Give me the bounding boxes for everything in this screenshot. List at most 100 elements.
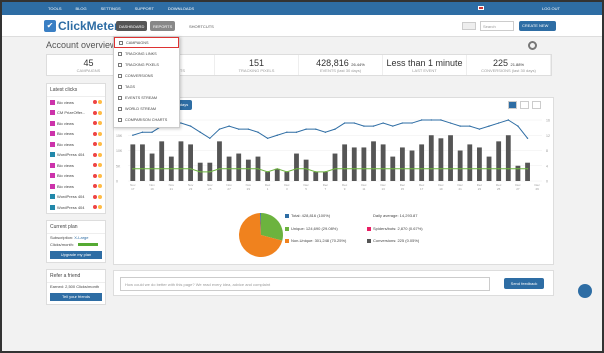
click-name: Bio views: [57, 173, 74, 179]
chat-icon[interactable]: [578, 284, 592, 298]
latest-click-row[interactable]: Bio views: [47, 181, 105, 192]
point-daily: [218, 128, 221, 130]
click-name: Bio views: [57, 183, 74, 189]
source-icon: [50, 141, 55, 147]
x-tick-label: 7: [325, 187, 327, 191]
stat-last-event[interactable]: Less than 1 minute LAST EVENT: [383, 55, 467, 75]
header: ✔ ClickMeter DASHBOARD REPORTS SHORTCUTS …: [2, 15, 602, 37]
click-name: Bio views: [57, 131, 74, 137]
menu-tracking-pixels[interactable]: TRACKING PIXELS: [114, 59, 179, 70]
menu-tags[interactable]: TAGS: [114, 81, 179, 92]
reports-button[interactable]: REPORTS: [150, 21, 176, 31]
latest-click-row[interactable]: Bio views: [47, 97, 105, 108]
bar-total: [477, 147, 482, 181]
y-tick-label-right: 16: [546, 119, 550, 123]
point-daily: [180, 122, 182, 124]
logo[interactable]: ✔ ClickMeter: [44, 19, 119, 33]
point-unique: [295, 168, 298, 170]
latest-click-row[interactable]: WordPress 404: [47, 150, 105, 161]
sub-value[interactable]: X-Large: [74, 235, 88, 240]
click-name: Bio views: [57, 162, 74, 168]
tell-friends-button[interactable]: Tell your friends: [50, 292, 102, 301]
stat-pixels[interactable]: 151 TRACKING PIXELS: [215, 55, 299, 75]
shortcuts-button[interactable]: SHORTCUTS: [186, 21, 217, 31]
legend-swatch: [285, 238, 289, 243]
nav-support[interactable]: SUPPORT: [135, 6, 154, 11]
latest-click-row[interactable]: Bio views: [47, 129, 105, 140]
point-daily: [517, 125, 519, 127]
legend-conversions[interactable]: Conversions: 225 (0.05%): [367, 238, 419, 243]
flag-icon: [93, 184, 97, 189]
menu-comparison-charts[interactable]: COMPARISON CHARTS: [114, 114, 179, 125]
upgrade-button[interactable]: Upgrade my plan: [50, 250, 102, 259]
stat-label: LAST EVENT: [412, 68, 437, 73]
search-input[interactable]: Search: [480, 21, 514, 31]
point-unique: [430, 168, 432, 170]
flag-icon: [93, 152, 97, 157]
bar-chart-icon[interactable]: [532, 101, 541, 109]
x-tick-label: 17: [131, 187, 135, 191]
menu-label: TAGS: [125, 84, 136, 89]
point-unique: [132, 168, 134, 170]
feedback-panel: How could we do better with this page? W…: [113, 270, 554, 296]
feedback-input[interactable]: How could we do better with this page? W…: [120, 277, 490, 291]
point-daily: [469, 125, 471, 127]
point-daily: [276, 134, 278, 136]
legend-nonunique[interactable]: Non-Unique: 301,248 (70.25%): [285, 238, 346, 243]
click-name: WordPress 404: [57, 204, 85, 210]
bar-total: [159, 141, 165, 181]
point-unique: [449, 168, 452, 170]
latest-click-row[interactable]: Bio views: [47, 139, 105, 150]
menu-world-stream[interactable]: WORLD STREAM: [114, 103, 179, 114]
point-unique: [247, 168, 250, 170]
flag-icon: [93, 131, 97, 136]
bar-total: [399, 147, 405, 181]
stat-conversions[interactable]: 225 21.88% CONVERSIONS (last 30 days): [467, 55, 551, 75]
x-tick-label: 21: [458, 187, 462, 191]
nav-tools[interactable]: TOOLS: [48, 6, 62, 11]
menu-conversions[interactable]: CONVERSIONS: [114, 70, 179, 81]
flag-icon[interactable]: [478, 6, 484, 10]
latest-click-row[interactable]: CM PrizeOffer...: [47, 108, 105, 119]
area-chart-icon[interactable]: [520, 101, 529, 109]
create-new-button[interactable]: CREATE NEW: [519, 21, 556, 31]
point-unique: [459, 168, 461, 170]
x-tick-label: 9: [344, 187, 346, 191]
plan-title: Current plan: [47, 221, 105, 234]
point-unique: [478, 168, 481, 170]
latest-click-row[interactable]: WordPress 404: [47, 202, 105, 213]
legend-spiders[interactable]: Spiders/bots: 2,870 (0.67%): [367, 226, 423, 231]
latest-click-row[interactable]: Bio views: [47, 118, 105, 129]
line-chart-icon[interactable]: [508, 101, 517, 109]
latest-click-row[interactable]: Bio views: [47, 160, 105, 171]
menu-label: CONVERSIONS: [125, 73, 154, 78]
send-feedback-button[interactable]: Send feedback: [504, 278, 544, 289]
point-unique: [170, 168, 173, 170]
source-icon: [50, 204, 55, 210]
logout-link[interactable]: LOG OUT: [542, 6, 560, 11]
stat-events[interactable]: 428,816 26.44% EVENTS (last 30 days): [299, 55, 383, 75]
menu-campaigns[interactable]: CAMPAIGNS: [114, 37, 179, 48]
nav-blog[interactable]: BLOG: [76, 6, 87, 11]
latest-click-row[interactable]: WordPress 404: [47, 192, 105, 203]
menu-tracking-links[interactable]: TRACKING LINKS: [114, 48, 179, 59]
bar-total: [140, 144, 145, 181]
x-tick-label: 29: [247, 187, 251, 191]
latest-click-row[interactable]: Bio views: [47, 171, 105, 182]
browser-icon: [98, 142, 102, 147]
point-daily: [247, 128, 250, 130]
menu-events-stream[interactable]: EVENTS STREAM: [114, 92, 179, 103]
bar-total: [515, 165, 521, 181]
bar-total: [342, 144, 348, 181]
point-unique: [209, 171, 211, 173]
view-select[interactable]: [462, 22, 476, 30]
point-unique: [372, 168, 375, 170]
legend-unique[interactable]: Unique: 124,690 (29.08%): [285, 226, 338, 231]
bar-total: [371, 141, 376, 181]
legend-total: Total: 428,816 (100%): [285, 213, 330, 218]
gear-icon[interactable]: [528, 41, 537, 50]
point-daily: [449, 122, 452, 124]
nav-downloads[interactable]: DOWNLOADS: [168, 6, 194, 11]
nav-settings[interactable]: SETTINGS: [101, 6, 121, 11]
dashboard-button[interactable]: DASHBOARD: [116, 21, 148, 31]
